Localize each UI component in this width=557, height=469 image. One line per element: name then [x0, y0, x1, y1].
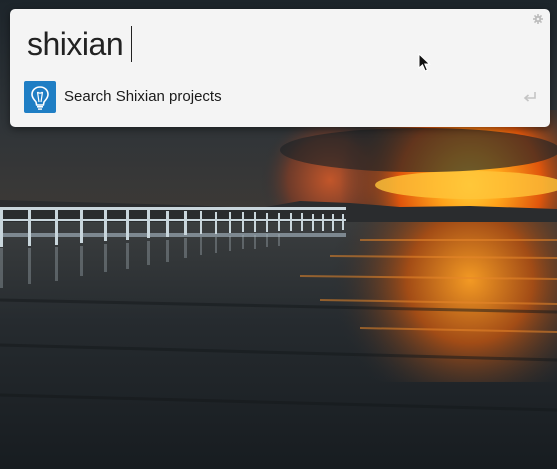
search-input[interactable]: shixian: [27, 25, 133, 63]
return-key-icon: [523, 92, 536, 102]
result-item-search-projects[interactable]: Search Shixian projects: [24, 80, 538, 114]
gear-icon[interactable]: [533, 14, 543, 24]
query-row[interactable]: shixian: [10, 9, 550, 81]
text-caret: [131, 26, 133, 62]
lightbulb-icon: [24, 81, 56, 113]
launcher-window: shixian Search Shixian projects: [10, 9, 550, 127]
search-query-text: shixian: [27, 26, 124, 62]
result-label: Search Shixian projects: [64, 88, 222, 105]
mouse-pointer-icon: [418, 53, 431, 72]
desktop-wallpaper: shixian Search Shixian projects: [0, 0, 557, 469]
